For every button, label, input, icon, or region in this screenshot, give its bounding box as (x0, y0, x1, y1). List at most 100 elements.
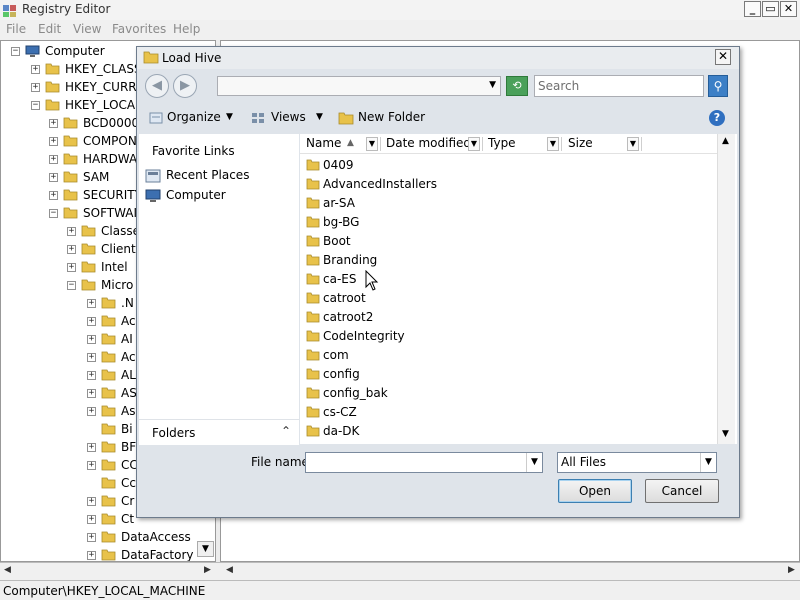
column-name[interactable]: Name (306, 136, 341, 150)
expand-icon[interactable]: + (87, 335, 96, 344)
file-list-item[interactable]: bg-BG (306, 213, 706, 232)
expand-icon[interactable]: + (31, 83, 40, 92)
expand-icon[interactable]: + (87, 461, 96, 470)
chevron-down-icon[interactable]: ▼ (226, 112, 233, 122)
scroll-down-arrow-icon[interactable]: ▼ (722, 429, 729, 439)
chevron-down-icon[interactable]: ▼ (627, 137, 639, 151)
column-date-modified[interactable]: Date modified (386, 136, 471, 150)
tree-item-label: Computer (45, 44, 105, 58)
expand-icon[interactable]: + (49, 119, 58, 128)
menu-help[interactable]: Help (173, 22, 200, 36)
file-list-item[interactable]: 0409 (306, 156, 706, 175)
scroll-up-arrow-icon[interactable]: ▲ (722, 136, 729, 146)
file-list-item[interactable]: CodeIntegrity (306, 327, 706, 346)
search-input[interactable]: Search (534, 75, 704, 97)
search-button[interactable]: ⚲ (708, 75, 728, 97)
collapse-icon[interactable]: − (49, 209, 58, 218)
back-button[interactable]: ◀ (145, 74, 169, 98)
menu-view[interactable]: View (73, 22, 101, 36)
chevron-down-icon[interactable]: ▼ (489, 80, 496, 90)
menu-favorites[interactable]: Favorites (112, 22, 166, 36)
file-list-item[interactable]: Boot (306, 232, 706, 251)
favorite-recent-places[interactable]: Recent Places (145, 168, 249, 183)
minimize-button[interactable]: _ (744, 1, 761, 17)
expand-icon[interactable]: + (67, 263, 76, 272)
expand-icon[interactable]: + (87, 389, 96, 398)
file-list-scrollbar[interactable]: ▲ ▼ (717, 134, 735, 444)
chevron-down-icon[interactable]: ▼ (700, 453, 716, 472)
collapse-icon[interactable]: − (11, 47, 20, 56)
horizontal-scrollbar[interactable]: ◀ ▶ ◀ ▶ (0, 562, 800, 580)
file-list-item[interactable]: AdvancedInstallers (306, 175, 706, 194)
expand-icon[interactable]: + (87, 407, 96, 416)
folder-icon (81, 243, 96, 255)
expand-icon[interactable]: + (87, 371, 96, 380)
column-divider[interactable] (482, 137, 483, 151)
file-list-item[interactable]: cs-CZ (306, 403, 706, 422)
chevron-down-icon[interactable]: ▼ (547, 137, 559, 151)
expand-icon[interactable]: + (49, 173, 58, 182)
chevron-down-icon[interactable]: ▼ (526, 453, 542, 472)
expand-icon[interactable]: + (87, 299, 96, 308)
refresh-icon: ⟲ (512, 79, 522, 92)
collapse-icon[interactable]: − (67, 281, 76, 290)
expand-icon[interactable]: + (49, 155, 58, 164)
expand-icon[interactable]: + (31, 65, 40, 74)
close-button[interactable]: ✕ (780, 1, 797, 17)
menu-edit[interactable]: Edit (38, 22, 61, 36)
cancel-button[interactable]: Cancel (645, 479, 719, 503)
column-divider[interactable] (561, 137, 562, 151)
new-folder-button[interactable]: New Folder (338, 110, 425, 125)
file-type-select[interactable]: All Files ▼ (557, 452, 717, 473)
organize-button[interactable]: Organize (149, 110, 221, 125)
expand-icon[interactable]: + (87, 443, 96, 452)
filename-label: File name: (251, 455, 313, 469)
file-list-item[interactable]: catroot2 (306, 308, 706, 327)
expand-icon[interactable]: + (87, 515, 96, 524)
file-list-item[interactable]: Branding (306, 251, 706, 270)
maximize-button[interactable]: ▭ (762, 1, 779, 17)
expand-icon[interactable]: + (87, 353, 96, 362)
column-size[interactable]: Size (568, 136, 593, 150)
expand-icon[interactable]: + (49, 137, 58, 146)
file-list-item[interactable]: ar-SA (306, 194, 706, 213)
help-icon[interactable]: ? (709, 110, 725, 126)
menu-file[interactable]: File (6, 22, 26, 36)
tree-item-label: DataFactory (121, 548, 194, 562)
favorite-label: Recent Places (166, 168, 250, 182)
open-button[interactable]: Open (558, 479, 632, 503)
favorite-computer[interactable]: Computer (145, 188, 226, 203)
chevron-down-icon[interactable]: ▼ (316, 112, 323, 122)
file-list-item[interactable]: com (306, 346, 706, 365)
scroll-right-arrow-icon[interactable]: ▶ (788, 565, 795, 575)
expand-icon[interactable]: + (67, 227, 76, 236)
column-divider[interactable] (380, 137, 381, 151)
folders-toggle[interactable]: Folders ⌃ (139, 419, 299, 445)
scroll-left-arrow-icon[interactable]: ◀ (226, 565, 233, 575)
expand-icon[interactable]: + (49, 191, 58, 200)
refresh-button[interactable]: ⟲ (506, 76, 528, 96)
forward-button[interactable]: ▶ (173, 74, 197, 98)
expand-icon[interactable]: + (87, 317, 96, 326)
scroll-down-arrow-icon[interactable]: ▼ (197, 541, 214, 557)
column-type[interactable]: Type (488, 136, 516, 150)
scroll-right-arrow-icon[interactable]: ▶ (204, 565, 211, 575)
filename-input[interactable]: ▼ (305, 452, 543, 473)
views-button[interactable]: Views (251, 110, 306, 125)
folder-icon (101, 477, 116, 489)
collapse-icon[interactable]: − (31, 101, 40, 110)
address-bar[interactable]: ▼ (217, 76, 501, 96)
chevron-down-icon[interactable]: ▼ (468, 137, 480, 151)
scroll-left-arrow-icon[interactable]: ◀ (4, 565, 11, 575)
expand-icon[interactable]: + (87, 551, 96, 560)
file-list-item[interactable]: config_bak (306, 384, 706, 403)
chevron-down-icon[interactable]: ▼ (366, 137, 378, 151)
column-divider[interactable] (641, 137, 642, 151)
file-list-item[interactable]: config (306, 365, 706, 384)
expand-icon[interactable]: + (87, 533, 96, 542)
file-list-item[interactable]: da-DK (306, 422, 706, 441)
dialog-close-button[interactable]: ✕ (715, 49, 731, 65)
file-name: Branding (323, 253, 378, 267)
expand-icon[interactable]: + (67, 245, 76, 254)
expand-icon[interactable]: + (87, 497, 96, 506)
